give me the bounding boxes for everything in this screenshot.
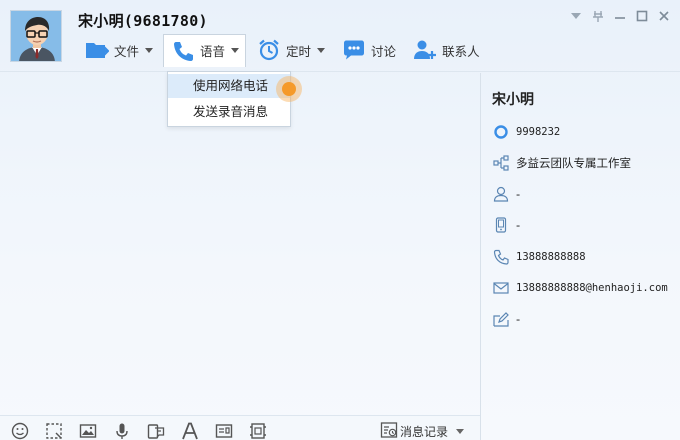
contact-name-title: 宋小明(9681780): [78, 12, 208, 30]
file-button[interactable]: 文件: [78, 34, 159, 66]
phone-icon: [170, 38, 196, 64]
schedule-button[interactable]: 定时: [250, 34, 331, 66]
cartoon-man-avatar-icon: [11, 11, 61, 61]
history-icon: [380, 421, 398, 440]
profile-signature-row: -: [492, 309, 520, 329]
profile-phone-row: 13888888888: [492, 247, 586, 267]
discuss-label: 讨论: [371, 43, 397, 59]
profile-org: 多益云团队专属工作室: [516, 156, 631, 170]
click-indicator: [276, 76, 302, 102]
voice-label: 语音: [200, 44, 226, 59]
voice-dropdown-menu: 使用网络电话 发送录音消息: [167, 71, 291, 127]
crop-icon[interactable]: [248, 421, 268, 440]
person-icon: [492, 185, 510, 203]
emoji-icon[interactable]: [10, 421, 30, 440]
profile-email: 13888888888@henhaoji.com: [516, 282, 668, 294]
phone-icon: [492, 248, 510, 266]
discuss-button[interactable]: 讨论: [335, 34, 402, 66]
mobile-phone-icon: [492, 216, 510, 234]
profile-id-row: 9998232: [492, 122, 560, 142]
menu-item-network-call[interactable]: 使用网络电话: [168, 74, 290, 98]
profile-person-value: -: [516, 187, 521, 201]
schedule-label: 定时: [286, 43, 312, 59]
alarm-clock-icon: [256, 37, 282, 63]
font-icon[interactable]: [180, 421, 200, 440]
edit-signature-icon: [492, 310, 510, 328]
card-icon[interactable]: [214, 421, 234, 440]
chevron-down-icon: [317, 47, 326, 53]
profile-id: 9998232: [516, 126, 561, 138]
envelope-icon: [492, 279, 510, 297]
folder-arrow-icon: [84, 37, 110, 63]
history-label: 消息记录: [400, 424, 449, 439]
input-toolbar: 消息记录: [0, 415, 480, 440]
minimize-icon[interactable]: [610, 6, 630, 26]
chat-toolbar: 文件 语音 定时 讨论 联系人: [78, 33, 490, 67]
profile-phone: 13888888888: [516, 251, 586, 263]
voice-button[interactable]: 语音: [163, 33, 247, 67]
microphone-icon[interactable]: [112, 421, 132, 440]
contacts-button[interactable]: 联系人: [406, 34, 486, 66]
profile-signature-value: -: [516, 312, 521, 326]
chat-bubble-icon: [341, 37, 367, 63]
dropdown-arrow-icon[interactable]: [566, 6, 586, 26]
contact-avatar[interactable]: [10, 10, 62, 62]
chat-header: 宋小明(9681780) 文件 语音 定时 讨论 联系人: [0, 0, 680, 72]
profile-panel: 宋小明 9998232 多益云团队专属工作室 - - 13888888888 1: [481, 73, 680, 440]
menu-item-voice-message[interactable]: 发送录音消息: [168, 100, 290, 124]
org-chart-icon: [492, 154, 510, 172]
message-history-button[interactable]: 消息记录: [380, 421, 465, 440]
ring-icon: [492, 123, 510, 141]
profile-person-row: -: [492, 184, 520, 204]
window-controls: [566, 6, 674, 26]
file-label: 文件: [114, 43, 140, 59]
add-person-icon: [412, 37, 438, 63]
pin-icon[interactable]: [588, 6, 608, 26]
chevron-down-icon: [456, 428, 465, 434]
maximize-icon[interactable]: [632, 6, 652, 26]
profile-name: 宋小明: [492, 92, 534, 108]
profile-device-value: -: [516, 218, 521, 232]
profile-org-row: 多益云团队专属工作室: [492, 153, 631, 173]
phrases-icon[interactable]: [146, 421, 166, 440]
image-icon[interactable]: [78, 421, 98, 440]
screenshot-icon[interactable]: [44, 421, 64, 440]
chevron-down-icon: [145, 47, 154, 53]
contacts-label: 联系人: [442, 43, 480, 59]
profile-device-row: -: [492, 215, 520, 235]
close-icon[interactable]: [654, 6, 674, 26]
chevron-down-icon: [231, 48, 240, 53]
profile-email-row: 13888888888@henhaoji.com: [492, 278, 668, 298]
